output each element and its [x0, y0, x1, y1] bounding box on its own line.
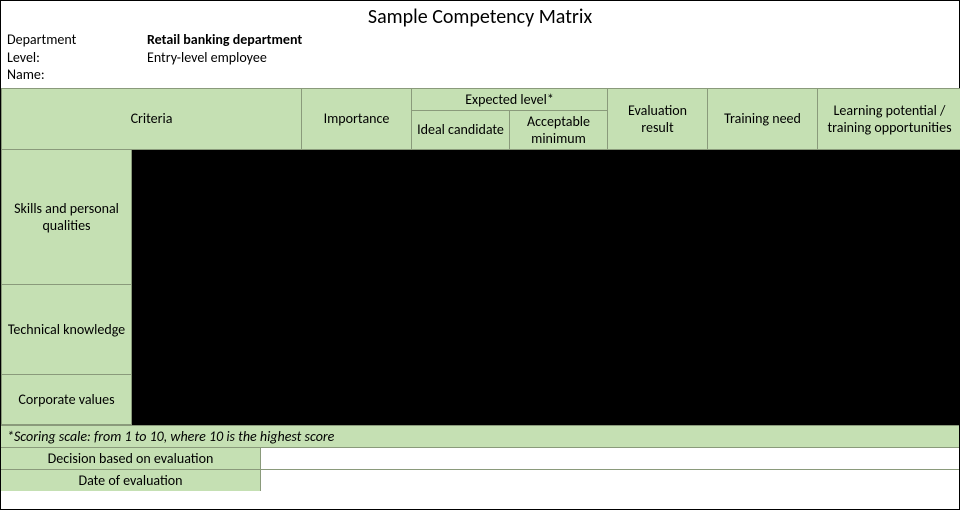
header-expected-level: Expected level* [412, 88, 608, 110]
row-technical: Technical knowledge [2, 284, 960, 374]
header-row-1: Criteria Importance Expected level* Eval… [2, 88, 960, 110]
skills-data-area [132, 149, 960, 284]
technical-data-area [132, 284, 960, 374]
header-importance: Importance [302, 88, 412, 149]
info-row-level: Level: Entry-level employee [7, 49, 953, 67]
name-label: Name: [7, 66, 147, 84]
header-acceptable: Acceptable minimum [510, 110, 608, 149]
info-row-name: Name: [7, 66, 953, 84]
department-label: Department [7, 31, 147, 49]
level-value: Entry-level employee [147, 49, 267, 67]
info-block: Department Retail banking department Lev… [1, 31, 959, 88]
page-title: Sample Competency Matrix [1, 1, 959, 31]
row-skills: Skills and personal qualities [2, 149, 960, 284]
info-row-department: Department Retail banking department [7, 31, 953, 49]
category-technical: Technical knowledge [2, 284, 132, 374]
footer-row-decision: Decision based on evaluation [1, 447, 959, 469]
date-value [261, 470, 959, 491]
header-training-need: Training need [708, 88, 818, 149]
footnote: *Scoring scale: from 1 to 10, where 10 i… [1, 425, 959, 447]
category-skills: Skills and personal qualities [2, 149, 132, 284]
decision-value [261, 448, 959, 469]
header-evaluation: Evaluation result [608, 88, 708, 149]
date-label: Date of evaluation [1, 470, 261, 491]
competency-matrix: Sample Competency Matrix Department Reta… [0, 0, 960, 510]
category-corporate: Corporate values [2, 374, 132, 424]
decision-label: Decision based on evaluation [1, 448, 261, 469]
header-learning-potential: Learning potential / training opportunit… [818, 88, 960, 149]
row-corporate: Corporate values [2, 374, 960, 424]
level-label: Level: [7, 49, 147, 67]
matrix-table: Criteria Importance Expected level* Eval… [1, 88, 960, 425]
header-criteria: Criteria [2, 88, 302, 149]
corporate-data-area [132, 374, 960, 424]
department-value: Retail banking department [147, 31, 302, 49]
header-ideal: Ideal candidate [412, 110, 510, 149]
footer-row-date: Date of evaluation [1, 469, 959, 491]
